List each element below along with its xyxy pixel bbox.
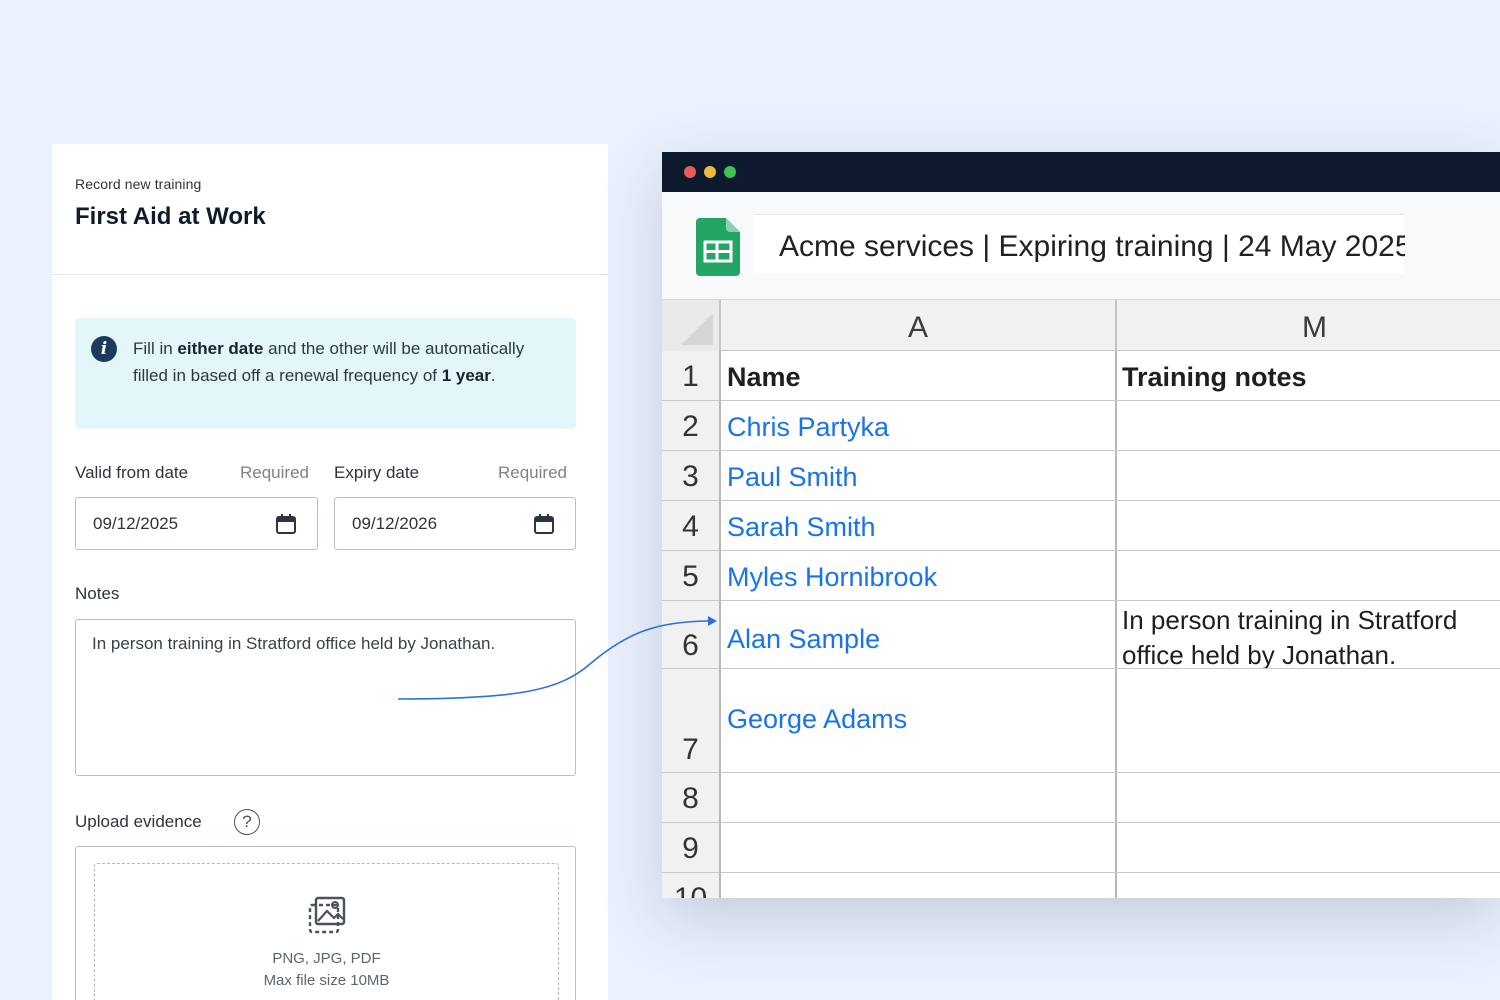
spreadsheet-grid: A M 1 Name Training notes 2 Chris Partyka 3 Pa… xyxy=(662,300,1500,898)
table-row: 5 Myles Hornibrook xyxy=(662,551,1500,601)
google-sheets-icon xyxy=(696,218,740,276)
select-all-corner[interactable] xyxy=(662,300,721,351)
valid-from-value: 09/12/2025 xyxy=(93,514,179,533)
cell-training-notes[interactable] xyxy=(1117,873,1500,898)
page-title: First Aid at Work xyxy=(75,203,266,230)
close-window-dot[interactable] xyxy=(684,166,696,178)
cell-name[interactable] xyxy=(721,823,1117,872)
cell-training-notes[interactable] xyxy=(1117,773,1500,822)
cell-training-notes[interactable] xyxy=(1117,501,1500,550)
row-number[interactable]: 8 xyxy=(662,773,721,822)
table-row: 6 Alan Sample In person training in Stratf… xyxy=(662,601,1500,669)
cell-name[interactable]: Myles Hornibrook xyxy=(721,551,1117,600)
cell-name[interactable]: Name xyxy=(721,351,1117,400)
upload-max-size: Max file size 10MB xyxy=(263,972,390,989)
spreadsheet-window: Acme services | Expiring training | 24 M… xyxy=(662,152,1500,898)
valid-from-date-input[interactable]: 09/12/2025 xyxy=(75,497,318,550)
column-header-row: A M xyxy=(662,300,1500,351)
panel-header: Record new training First Aid at Work xyxy=(52,144,608,275)
cell-name[interactable] xyxy=(721,773,1117,822)
expiry-label: Expiry date xyxy=(334,463,420,482)
row-number[interactable]: 2 xyxy=(662,401,721,450)
row-number[interactable]: 1 xyxy=(662,351,721,400)
cell-training-notes[interactable] xyxy=(1117,669,1500,772)
upload-dropzone[interactable]: PNG, JPG, PDF Max file size 10MB xyxy=(75,846,576,1000)
minimize-window-dot[interactable] xyxy=(704,166,716,178)
notes-label: Notes xyxy=(75,584,120,603)
cell-training-notes[interactable] xyxy=(1117,451,1500,500)
cell-name[interactable]: Chris Partyka xyxy=(721,401,1117,450)
window-titlebar xyxy=(662,152,1500,192)
column-header-m[interactable]: M xyxy=(1117,300,1500,351)
row-number[interactable]: 9 xyxy=(662,823,721,872)
info-callout: i Fill in either date and the other will… xyxy=(75,318,576,429)
table-row: 7 George Adams xyxy=(662,669,1500,773)
calendar-icon[interactable] xyxy=(533,513,555,535)
row-number[interactable]: 3 xyxy=(662,451,721,500)
column-header-a[interactable]: A xyxy=(721,300,1117,351)
document-title[interactable]: Acme services | Expiring training | 24 M… xyxy=(779,230,1405,264)
table-row: 4 Sarah Smith xyxy=(662,501,1500,551)
calendar-icon[interactable] xyxy=(275,513,297,535)
row-number[interactable]: 10 xyxy=(662,873,721,898)
record-training-panel: Record new training First Aid at Work i … xyxy=(52,144,608,1000)
row-number[interactable]: 7 xyxy=(662,669,721,772)
row-number[interactable]: 4 xyxy=(662,501,721,550)
table-row: 2 Chris Partyka xyxy=(662,401,1500,451)
row-number[interactable]: 6 xyxy=(662,601,721,668)
row-number[interactable]: 5 xyxy=(662,551,721,600)
help-icon[interactable]: ? xyxy=(234,809,260,835)
notes-textarea[interactable]: In person training in Stratford office h… xyxy=(75,619,576,776)
expiry-required: Required xyxy=(498,463,567,482)
upload-dashed-area[interactable]: PNG, JPG, PDF Max file size 10MB xyxy=(94,863,559,1000)
document-bar: Acme services | Expiring training | 24 M… xyxy=(662,192,1500,300)
upload-formats: PNG, JPG, PDF xyxy=(272,950,381,967)
cell-training-notes[interactable] xyxy=(1117,823,1500,872)
cell-name[interactable]: George Adams xyxy=(721,669,1117,772)
table-row: 9 xyxy=(662,823,1500,873)
expiry-value: 09/12/2026 xyxy=(352,514,438,533)
expiry-date-input[interactable]: 09/12/2026 xyxy=(334,497,576,550)
info-text: Fill in either date and the other will b… xyxy=(133,339,525,385)
valid-from-required: Required xyxy=(240,463,309,482)
cell-name[interactable]: Sarah Smith xyxy=(721,501,1117,550)
table-row: 3 Paul Smith xyxy=(662,451,1500,501)
upload-label: Upload evidence xyxy=(75,812,202,831)
table-row: 10 xyxy=(662,873,1500,898)
valid-from-label: Valid from date xyxy=(75,463,189,482)
cell-training-notes[interactable]: In person training in Stratford office h… xyxy=(1117,601,1500,668)
cell-name[interactable]: Paul Smith xyxy=(721,451,1117,500)
info-icon: i xyxy=(91,336,117,362)
cell-training-notes[interactable] xyxy=(1117,401,1500,450)
panel-kicker: Record new training xyxy=(75,176,202,192)
cell-training-notes[interactable] xyxy=(1117,551,1500,600)
table-row: 8 xyxy=(662,773,1500,823)
table-row: 1 Name Training notes xyxy=(662,351,1500,401)
cell-name[interactable] xyxy=(721,873,1117,898)
image-upload-icon xyxy=(308,896,346,934)
cell-training-notes[interactable]: Training notes xyxy=(1117,351,1500,400)
maximize-window-dot[interactable] xyxy=(724,166,736,178)
cell-name[interactable]: Alan Sample xyxy=(721,601,1117,668)
